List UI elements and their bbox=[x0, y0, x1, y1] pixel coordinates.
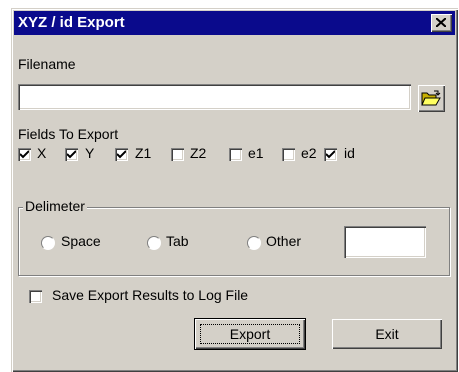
checkbox-z2[interactable] bbox=[171, 148, 184, 161]
other-delimiter-input[interactable] bbox=[344, 226, 426, 258]
field-label-z1: Z1 bbox=[135, 145, 152, 161]
close-icon bbox=[436, 18, 446, 27]
radio-label-tab: Tab bbox=[166, 233, 189, 249]
check-icon bbox=[67, 150, 76, 159]
radio-other[interactable] bbox=[247, 236, 261, 250]
checkbox-id[interactable] bbox=[324, 148, 337, 161]
radio-space[interactable] bbox=[41, 236, 55, 250]
folder-open-icon bbox=[421, 90, 441, 106]
window-title: XYZ / id Export bbox=[18, 14, 125, 31]
focus-ring bbox=[200, 324, 300, 344]
check-icon bbox=[20, 150, 29, 159]
log-checkbox[interactable] bbox=[29, 290, 42, 303]
delimiter-label: Delimeter bbox=[23, 198, 87, 214]
check-icon bbox=[326, 150, 335, 159]
field-label-id: id bbox=[344, 145, 355, 161]
checkbox-e2[interactable] bbox=[282, 148, 295, 161]
checkbox-z1[interactable] bbox=[115, 148, 128, 161]
field-label-x: X bbox=[37, 145, 47, 161]
radio-label-other: Other bbox=[266, 233, 302, 249]
field-label-e1: e1 bbox=[248, 145, 264, 161]
radio-tab[interactable] bbox=[147, 236, 161, 250]
checkbox-x[interactable] bbox=[18, 148, 31, 161]
field-label-y: Y bbox=[85, 145, 95, 161]
checkbox-y[interactable] bbox=[65, 148, 78, 161]
filename-label: Filename bbox=[18, 56, 76, 72]
browse-button[interactable] bbox=[418, 85, 445, 112]
exit-button-label: Exit bbox=[375, 326, 399, 342]
close-button[interactable] bbox=[431, 14, 452, 32]
radio-label-space: Space bbox=[61, 233, 101, 249]
export-button[interactable]: Export bbox=[195, 319, 305, 349]
export-dialog: XYZ / id Export Filename Fields To Expor… bbox=[11, 8, 458, 372]
log-label: Save Export Results to Log File bbox=[52, 287, 249, 303]
checkbox-e1[interactable] bbox=[229, 148, 242, 161]
fields-label: Fields To Export bbox=[18, 126, 119, 142]
check-icon bbox=[117, 150, 126, 159]
field-label-z2: Z2 bbox=[190, 145, 207, 161]
title-bar[interactable]: XYZ / id Export bbox=[14, 11, 455, 35]
field-label-e2: e2 bbox=[301, 145, 317, 161]
filename-input[interactable] bbox=[18, 84, 411, 110]
exit-button[interactable]: Exit bbox=[332, 319, 442, 349]
